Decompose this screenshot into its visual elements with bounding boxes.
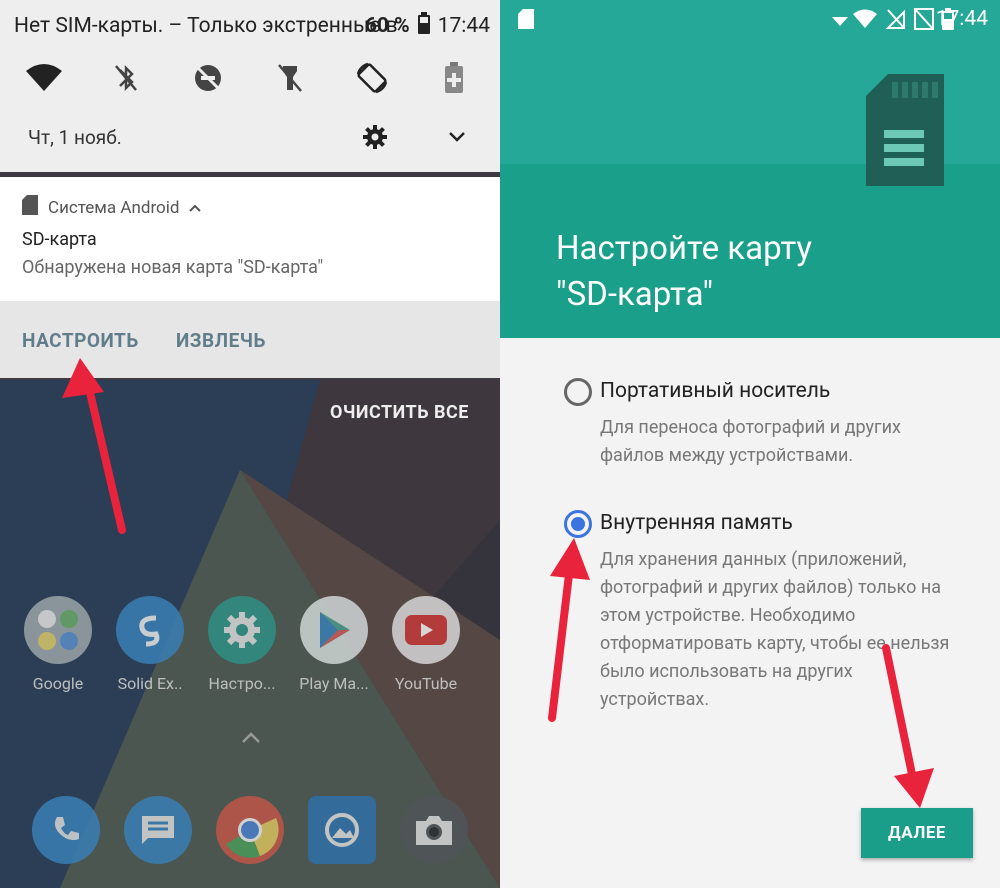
- no-signal-icon: [885, 8, 906, 34]
- screenshot-root: Нет SIM-карты. – Только экстренные в 60 …: [0, 0, 1000, 888]
- app-label: YouTube: [394, 674, 458, 693]
- radio-portable[interactable]: [564, 378, 592, 406]
- wifi-icon: [852, 9, 878, 33]
- option-title: Внутренняя память: [600, 511, 793, 535]
- battery-saver-icon[interactable]: [432, 56, 476, 100]
- messages-icon: [124, 796, 192, 864]
- play-market-icon: [300, 596, 368, 664]
- dock-messages[interactable]: [116, 796, 200, 864]
- app-label: Solid Ex..: [117, 674, 183, 693]
- date-text: Чт, 1 нояб.: [28, 126, 122, 149]
- app-play-market[interactable]: Play Ma...: [292, 596, 376, 693]
- dock-camera[interactable]: [392, 796, 476, 864]
- option-description: Для переноса фотографий и других файлов …: [600, 417, 901, 466]
- status-bar: 17:44: [500, 0, 1000, 40]
- notification-actions: НАСТРОИТЬ ИЗВЛЕЧЬ: [0, 301, 500, 378]
- wifi-icon[interactable]: [22, 56, 66, 100]
- clock: 17:44: [437, 14, 490, 38]
- notification-app-name: Система Android: [48, 197, 180, 218]
- dock-chrome[interactable]: [208, 796, 292, 864]
- chevron-up-icon[interactable]: [240, 730, 262, 746]
- gallery-icon: [308, 796, 376, 864]
- next-button[interactable]: ДАЛЕЕ: [861, 808, 973, 858]
- app-label: Google: [32, 674, 84, 693]
- clear-all-button[interactable]: ОЧИСТИТЬ ВСЕ: [330, 402, 469, 423]
- google-folder-icon: [24, 596, 92, 664]
- app-solid-explorer[interactable]: Solid Ex..: [108, 596, 192, 693]
- notification-title: SD-карта: [22, 229, 97, 250]
- status-bar: Нет SIM-карты. – Только экстренные в 60 …: [0, 0, 500, 56]
- option-internal-storage[interactable]: Внутренняя память Для хранения данных (п…: [564, 510, 964, 720]
- do-not-disturb-off-icon[interactable]: [186, 56, 230, 100]
- option-description: Для хранения данных (приложений, фотогра…: [600, 549, 950, 710]
- sd-card-icon: [22, 195, 38, 220]
- solid-explorer-icon: [116, 596, 184, 664]
- radio-internal[interactable]: [564, 510, 592, 538]
- battery-percent: 60 %: [364, 14, 410, 38]
- setup-button[interactable]: НАСТРОИТЬ: [22, 329, 139, 352]
- hero-header: 17:44 Настройте карту "SD-карта": [500, 0, 1000, 338]
- app-settings[interactable]: Настро...: [200, 596, 284, 693]
- chevron-down-icon[interactable]: [446, 126, 468, 148]
- notification-shade-screen: Нет SIM-карты. – Только экстренные в 60 …: [0, 0, 500, 888]
- flashlight-off-icon[interactable]: [268, 56, 312, 100]
- app-youtube[interactable]: YouTube: [384, 596, 468, 693]
- app-label: Настро...: [208, 674, 276, 693]
- phone-icon: [32, 796, 100, 864]
- bluetooth-off-icon[interactable]: [104, 56, 148, 100]
- sim-status-text: Нет SIM-карты. – Только экстренные в: [14, 14, 398, 38]
- sd-card-icon: [518, 9, 534, 33]
- sd-card-notification[interactable]: Система Android SD-карта Обнаружена нова…: [0, 177, 500, 301]
- eject-button[interactable]: ИЗВЛЕЧЬ: [176, 329, 266, 352]
- camera-icon: [400, 796, 468, 864]
- vibrate-icon: [832, 12, 848, 31]
- cast-icon: [914, 8, 934, 34]
- settings-icon: [208, 596, 276, 664]
- quick-settings-tiles: [0, 56, 500, 106]
- gear-icon[interactable]: [362, 124, 388, 150]
- dock: [0, 796, 500, 876]
- dock-phone[interactable]: [24, 796, 108, 864]
- chrome-icon: [216, 796, 284, 864]
- page-title: Настройте карту "SD-карта": [556, 229, 812, 314]
- date-row: Чт, 1 нояб.: [0, 118, 500, 158]
- chevron-up-icon[interactable]: [189, 198, 202, 218]
- notification-body: Обнаружена новая карта "SD-карта": [22, 257, 324, 278]
- battery-icon: [417, 12, 430, 40]
- clock: 17:44: [935, 7, 988, 31]
- sd-card-illustration: [866, 74, 944, 190]
- app-google[interactable]: Google: [16, 596, 100, 693]
- option-portable-storage[interactable]: Портативный носитель Для переноса фотогр…: [564, 378, 964, 468]
- option-title: Портативный носитель: [600, 379, 831, 403]
- youtube-icon: [392, 596, 460, 664]
- app-label: Play Ma...: [299, 674, 369, 693]
- auto-rotate-icon[interactable]: [350, 56, 394, 100]
- sd-setup-screen: 17:44 Настройте карту "SD-карта" Портати…: [500, 0, 1000, 888]
- dock-gallery[interactable]: [300, 796, 384, 864]
